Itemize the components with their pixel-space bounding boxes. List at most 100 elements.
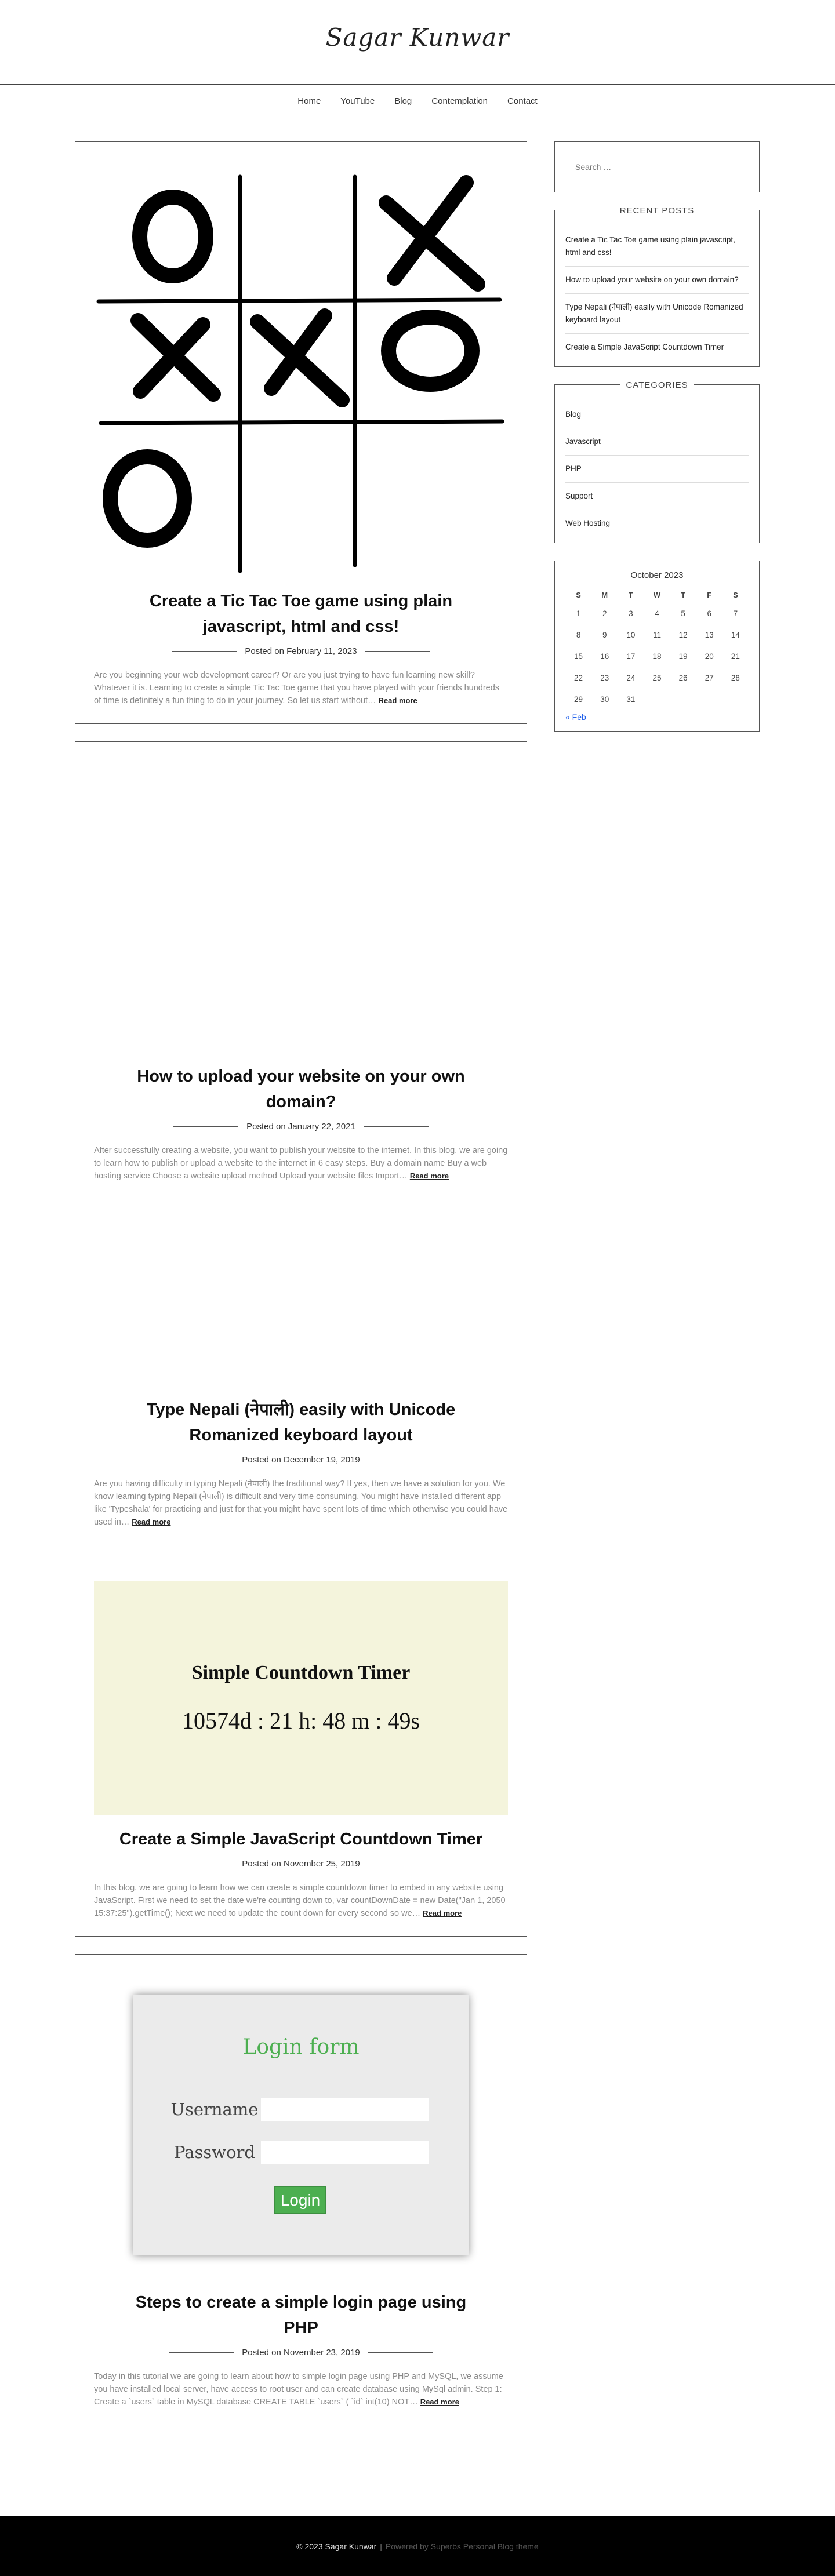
calendar-day: 2 <box>602 609 607 618</box>
footer-separator: | <box>380 2541 382 2551</box>
calendar-day: 25 <box>652 674 662 682</box>
calendar-day: 11 <box>652 631 661 639</box>
login-image-heading: Login form <box>242 2035 360 2059</box>
post-meta: Posted on November 25, 2019 <box>94 1859 508 1869</box>
calendar-day: 22 <box>574 674 583 682</box>
post-image-placeholder <box>94 759 508 1052</box>
post-excerpt: Are you beginning your web development c… <box>94 671 500 705</box>
post-title[interactable]: Create a Simple JavaScript Countdown Tim… <box>94 1827 508 1852</box>
calendar-day: 13 <box>705 631 714 639</box>
weekday-header: S <box>576 591 581 599</box>
calendar-day: 15 <box>574 652 583 661</box>
site-title[interactable]: Sagar Kunwar <box>0 23 835 52</box>
countdown-image-timer: 10574d : 21 h: 48 m : 49s <box>181 1707 420 1734</box>
recent-post-link[interactable]: Type Nepali (नेपाली) easily with Unicode… <box>565 294 749 334</box>
post-title[interactable]: Create a Tic Tac Toe game using plain ja… <box>94 588 508 639</box>
calendar-day: 20 <box>705 652 714 661</box>
divider <box>172 651 237 652</box>
category-link[interactable]: Blog <box>565 401 749 428</box>
post-title[interactable]: Type Nepali (नेपाली) easily with Unicode… <box>94 1397 508 1448</box>
widget-title: CATEGORIES <box>555 379 759 390</box>
search-input[interactable] <box>567 154 747 180</box>
nav-home[interactable]: Home <box>288 96 331 106</box>
calendar-day: 30 <box>600 695 609 704</box>
calendar-day: 12 <box>678 631 688 639</box>
post-image-placeholder <box>94 1235 508 1385</box>
weekday-header: W <box>653 591 661 599</box>
calendar-day: 23 <box>600 674 609 682</box>
recent-post-link[interactable]: Create a Tic Tac Toe game using plain ja… <box>565 227 749 267</box>
read-more-link[interactable]: Read more <box>379 696 418 705</box>
post-excerpt: Are you having difficulty in typing Nepa… <box>94 1479 508 1527</box>
category-link[interactable]: PHP <box>565 456 749 483</box>
read-more-link[interactable]: Read more <box>410 1171 449 1180</box>
calendar-day: 10 <box>626 631 636 639</box>
nav-blog[interactable]: Blog <box>384 96 422 106</box>
login-button-image: Login <box>274 2186 326 2214</box>
site-header: Sagar Kunwar <box>0 0 835 85</box>
post-date: Posted on November 25, 2019 <box>242 1859 360 1869</box>
login-form-image[interactable]: Login form Username Password Login <box>94 1972 508 2278</box>
calendar-day: 1 <box>576 609 581 618</box>
username-label: Username <box>170 2100 259 2119</box>
calendar-day: 26 <box>678 674 688 682</box>
widget-title: RECENT POSTS <box>555 205 759 216</box>
read-more-link[interactable]: Read more <box>423 1909 462 1918</box>
username-field <box>261 2098 429 2121</box>
search-widget <box>554 141 760 192</box>
calendar-day: 16 <box>600 652 609 661</box>
post-excerpt: In this blog, we are going to learn how … <box>94 1883 506 1918</box>
calendar-widget: October 2023 S M T W T F S 1 2 3 4 5 6 7 8 9 10 11… <box>554 561 760 732</box>
read-more-link[interactable]: Read more <box>420 2397 459 2406</box>
divider <box>368 2352 433 2353</box>
calendar-day: 31 <box>626 695 636 704</box>
post-meta: Posted on November 23, 2019 <box>94 2348 508 2357</box>
category-link[interactable]: Web Hosting <box>565 510 749 537</box>
post-card: How to upload your website on your own d… <box>75 741 527 1199</box>
weekday-header: M <box>601 591 608 599</box>
calendar-day: 7 <box>733 609 738 618</box>
post-meta: Posted on February 11, 2023 <box>94 646 508 656</box>
tic-tac-toe-board-icon[interactable] <box>94 159 508 577</box>
recent-post-link[interactable]: How to upload your website on your own d… <box>565 267 749 294</box>
calendar-caption: October 2023 <box>630 570 684 580</box>
post-title[interactable]: Steps to create a simple login page usin… <box>94 2290 508 2341</box>
divider <box>169 2352 234 2353</box>
calendar-day: 28 <box>731 674 740 682</box>
calendar-prev-link[interactable]: « Feb <box>565 712 749 722</box>
read-more-link[interactable]: Read more <box>132 1518 170 1526</box>
calendar-day: 9 <box>602 631 607 639</box>
calendar-day: 14 <box>731 631 740 639</box>
weekday-header: T <box>681 591 686 599</box>
calendar-table: S M T W T F S 1 2 3 4 5 6 7 8 9 10 11 12 13 14 15 16 17 1… <box>565 587 749 710</box>
category-link[interactable]: Support <box>565 483 749 510</box>
calendar-day: 3 <box>629 609 633 618</box>
password-label: Password <box>174 2142 255 2162</box>
calendar-week: 29 30 31 <box>565 689 749 710</box>
calendar-day: 5 <box>681 609 685 618</box>
recent-post-link[interactable]: Create a Simple JavaScript Countdown Tim… <box>565 334 749 361</box>
post-card: Login form Username Password Login Steps… <box>75 1954 527 2425</box>
sidebar: RECENT POSTS Create a Tic Tac Toe game u… <box>554 141 760 749</box>
nav-youtube[interactable]: YouTube <box>331 96 384 106</box>
post-title[interactable]: How to upload your website on your own d… <box>94 1064 508 1115</box>
divider <box>363 1126 429 1127</box>
post-date: Posted on January 22, 2021 <box>246 1122 355 1131</box>
nav-contemplation[interactable]: Contemplation <box>422 96 498 106</box>
calendar-day <box>696 689 723 710</box>
calendar-week: 8 9 10 11 12 13 14 <box>565 624 749 646</box>
password-field <box>261 2141 429 2164</box>
username-row: Username <box>168 2098 429 2121</box>
weekday-header: T <box>628 591 633 599</box>
calendar-day: 8 <box>576 631 581 639</box>
footer-powered-by[interactable]: Powered by Superbs Personal Blog theme <box>386 2542 539 2551</box>
calendar-day <box>670 689 696 710</box>
category-link[interactable]: Javascript <box>565 428 749 456</box>
post-card: Simple Countdown Timer 10574d : 21 h: 48… <box>75 1563 527 1937</box>
calendar-week: 15 16 17 18 19 20 21 <box>565 646 749 667</box>
calendar-day: 6 <box>707 609 712 618</box>
nav-contact[interactable]: Contact <box>498 96 547 106</box>
countdown-timer-image[interactable]: Simple Countdown Timer 10574d : 21 h: 48… <box>94 1581 508 1815</box>
calendar-day: 21 <box>731 652 740 661</box>
post-card: Create a Tic Tac Toe game using plain ja… <box>75 141 527 724</box>
